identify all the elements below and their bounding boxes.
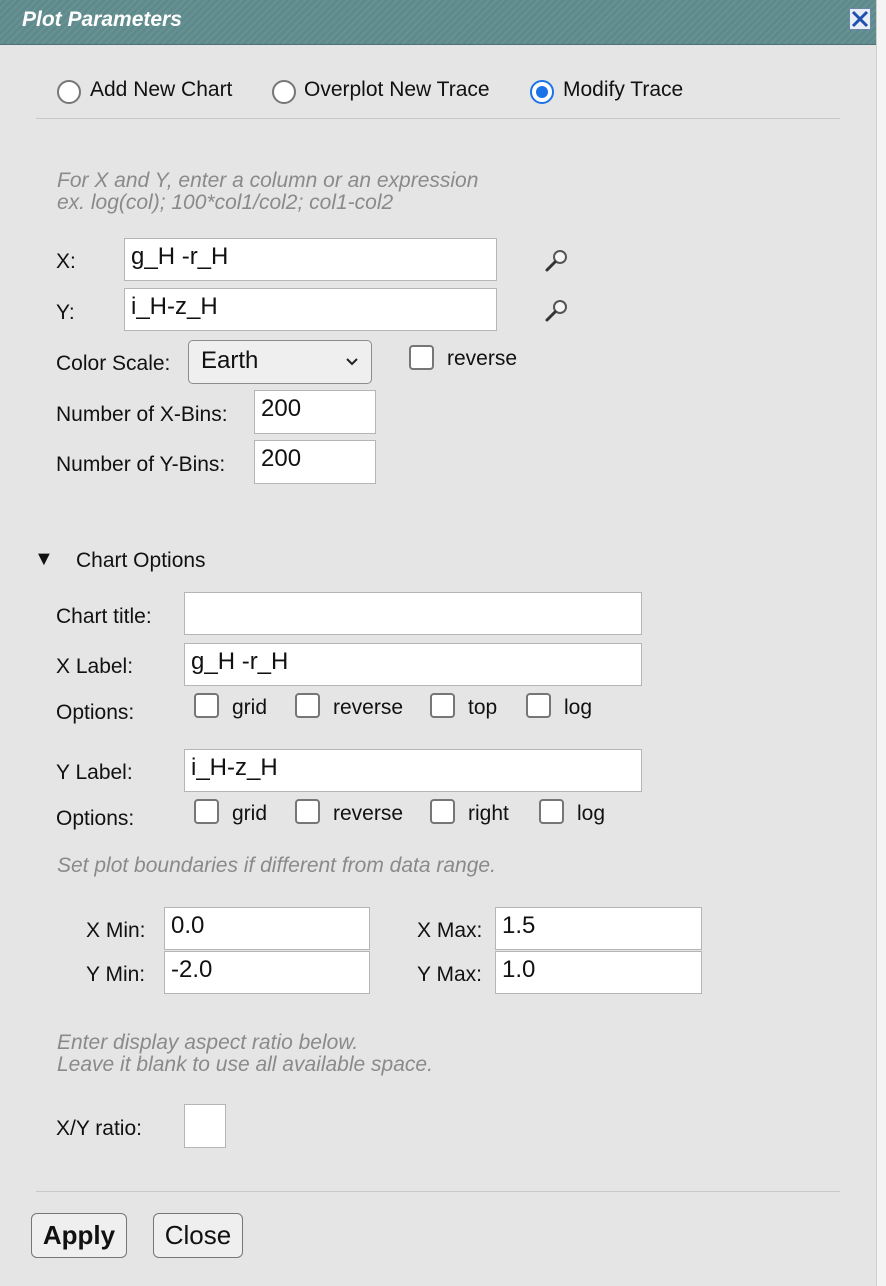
y-expression-input[interactable]: i_H-z_H xyxy=(124,288,497,331)
xbins-label: Number of X-Bins: xyxy=(56,403,228,426)
aspect-hint-line2: Leave it blank to use all available spac… xyxy=(57,1053,433,1076)
magnifier-icon[interactable] xyxy=(544,246,572,274)
x-grid-label: grid xyxy=(232,696,268,719)
x-log-checkbox[interactable] xyxy=(526,693,551,718)
color-scale-label: Color Scale: xyxy=(56,352,171,375)
x-label-label: X Label: xyxy=(56,655,134,678)
x-expression-input[interactable]: g_H -r_H xyxy=(124,238,497,281)
x-reverse-checkbox[interactable] xyxy=(295,693,320,718)
ymax-label: Y Max: xyxy=(417,963,482,986)
radio-label-add-new-chart: Add New Chart xyxy=(90,78,233,101)
xmin-input[interactable]: 0.0 xyxy=(164,907,370,950)
y-label-input[interactable]: i_H-z_H xyxy=(184,749,642,792)
x-label: X: xyxy=(56,250,76,273)
color-scale-value: Earth xyxy=(201,347,259,374)
y-reverse-label: reverse xyxy=(333,802,404,825)
y-right-label: right xyxy=(468,802,509,825)
y-label: Y: xyxy=(56,301,75,324)
y-grid-checkbox[interactable] xyxy=(194,799,219,824)
ymin-input[interactable]: -2.0 xyxy=(164,951,370,994)
ymin-label: Y Min: xyxy=(86,963,146,986)
x-grid-checkbox[interactable] xyxy=(194,693,219,718)
xmax-label: X Max: xyxy=(417,919,483,942)
y-label-label: Y Label: xyxy=(56,761,133,784)
ybins-label: Number of Y-Bins: xyxy=(56,453,226,476)
divider xyxy=(36,118,840,119)
hint-xy-line1: For X and Y, enter a column or an expres… xyxy=(57,169,479,192)
chart-options-toggle-icon[interactable]: ▼ xyxy=(34,548,54,571)
x-options-label: Options: xyxy=(56,701,135,724)
radio-label-overplot-new-trace: Overplot New Trace xyxy=(304,78,490,101)
radio-overplot-new-trace[interactable] xyxy=(272,80,296,104)
dialog-title: Plot Parameters xyxy=(22,8,182,31)
chart-title-label: Chart title: xyxy=(56,605,152,628)
y-reverse-checkbox[interactable] xyxy=(295,799,320,824)
radio-add-new-chart[interactable] xyxy=(57,80,81,104)
ymax-input[interactable]: 1.0 xyxy=(495,951,702,994)
chart-options-header[interactable]: Chart Options xyxy=(76,549,206,573)
color-scale-select[interactable]: Earth xyxy=(188,340,372,384)
y-log-checkbox[interactable] xyxy=(539,799,564,824)
hint-xy-line2: ex. log(col); 100*col1/col2; col1-col2 xyxy=(57,191,394,214)
xy-ratio-label: X/Y ratio: xyxy=(56,1117,142,1140)
xmax-input[interactable]: 1.5 xyxy=(495,907,702,950)
x-top-checkbox[interactable] xyxy=(430,693,455,718)
y-right-checkbox[interactable] xyxy=(430,799,455,824)
y-log-label: log xyxy=(577,802,606,825)
x-label-input[interactable]: g_H -r_H xyxy=(184,643,642,686)
magnifier-icon[interactable] xyxy=(544,296,572,324)
xbins-input[interactable]: 200 xyxy=(254,390,376,434)
chevron-down-icon xyxy=(346,358,358,366)
apply-button[interactable]: Apply xyxy=(31,1213,127,1258)
chart-title-input[interactable] xyxy=(184,592,642,635)
reverse-colorscale-label: reverse xyxy=(447,347,518,370)
x-top-label: top xyxy=(468,696,498,719)
x-reverse-label: reverse xyxy=(333,696,404,719)
reverse-colorscale-checkbox[interactable] xyxy=(409,345,434,370)
divider xyxy=(36,1191,840,1192)
radio-modify-trace[interactable] xyxy=(530,80,554,104)
aspect-hint-line1: Enter display aspect ratio below. xyxy=(57,1031,359,1054)
xy-ratio-input[interactable] xyxy=(184,1104,226,1148)
ybins-input[interactable]: 200 xyxy=(254,440,376,484)
bounds-hint: Set plot boundaries if different from da… xyxy=(57,854,496,877)
x-log-label: log xyxy=(564,696,593,719)
close-button[interactable]: Close xyxy=(153,1213,243,1258)
window-edge xyxy=(876,0,886,1286)
y-options-label: Options: xyxy=(56,807,135,830)
radio-label-modify-trace: Modify Trace xyxy=(563,78,684,101)
close-icon[interactable] xyxy=(849,8,871,30)
xmin-label: X Min: xyxy=(86,919,146,942)
y-grid-label: grid xyxy=(232,802,268,825)
